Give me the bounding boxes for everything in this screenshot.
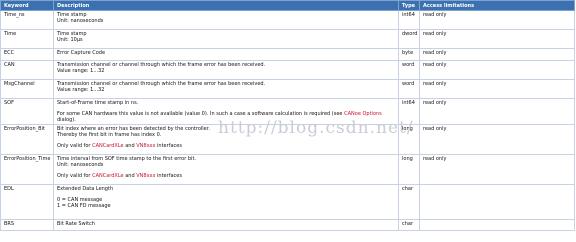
- type-cell: word: [398, 79, 420, 99]
- keyword-cell: Time: [0, 29, 54, 49]
- table-row: BRS Bit Rate Switch char: [0, 219, 575, 231]
- description-cell: Time stamp Unit: nanoseconds: [53, 10, 399, 30]
- type-cell: dword: [398, 29, 420, 49]
- table-row: CAN Transmission channel or channel thro…: [0, 60, 575, 80]
- description-cell: Extended Data Length 0 = CAN message 1 =…: [53, 184, 399, 220]
- type-cell: word: [398, 60, 420, 80]
- keyword-cell: ErrorPosition_Time: [0, 154, 54, 185]
- access-cell: read only: [419, 10, 575, 30]
- access-cell: read only: [419, 124, 575, 155]
- description-cell: Error Capture Code: [53, 48, 399, 61]
- keyword-cell: MsgChannel: [0, 79, 54, 99]
- vn8xxx-link[interactable]: VN8xxx: [136, 143, 155, 149]
- keyword-cell: ECC: [0, 48, 54, 61]
- type-cell: byte: [398, 48, 420, 61]
- table-row: EDL Extended Data Length 0 = CAN message…: [0, 184, 575, 220]
- table-row: Time Time stamp Unit: 10µs dword read onl…: [0, 29, 575, 49]
- keyword-cell: Time_ns: [0, 10, 54, 30]
- access-cell: read only: [419, 60, 575, 80]
- table-row: SOF Start-of-Frame time stamp in ns. For…: [0, 98, 575, 125]
- type-cell: long: [398, 154, 420, 185]
- description-cell: Transmission channel or channel through …: [53, 60, 399, 80]
- keyword-cell: BRS: [0, 219, 54, 231]
- table-row: ECC Error Capture Code byte read only: [0, 48, 575, 61]
- table-header-row: Keyword Description Type Access limitati…: [0, 0, 575, 11]
- description-cell: Time interval from SOF time stamp to the…: [53, 154, 399, 185]
- keyword-cell: SOF: [0, 98, 54, 125]
- keyword-cell: EDL: [0, 184, 54, 220]
- access-cell: [419, 219, 575, 231]
- cancardxle-link[interactable]: CANCardXLe: [92, 173, 124, 179]
- vn8xxx-link[interactable]: VN8xxx: [136, 173, 155, 179]
- description-cell: Bit index where an error has been detect…: [53, 124, 399, 155]
- access-cell: read only: [419, 154, 575, 185]
- description-cell: Time stamp Unit: 10µs: [53, 29, 399, 49]
- table-row: MsgChannel Transmission channel or chann…: [0, 79, 575, 99]
- access-cell: read only: [419, 48, 575, 61]
- type-cell: char: [398, 219, 420, 231]
- table-row: ErrorPosition_Bit Bit index where an err…: [0, 124, 575, 155]
- description-cell: Bit Rate Switch: [53, 219, 399, 231]
- header-description: Description: [53, 0, 399, 11]
- type-cell: char: [398, 184, 420, 220]
- access-cell: read only: [419, 98, 575, 125]
- header-type: Type: [398, 0, 420, 11]
- description-cell: Start-of-Frame time stamp in ns. For som…: [53, 98, 399, 125]
- type-cell: long: [398, 124, 420, 155]
- header-keyword: Keyword: [0, 0, 54, 11]
- keyword-cell: CAN: [0, 60, 54, 80]
- type-cell: int64: [398, 10, 420, 30]
- access-cell: [419, 184, 575, 220]
- table-row: ErrorPosition_Time Time interval from SO…: [0, 154, 575, 185]
- canoe-options-link[interactable]: CANoe Options: [344, 111, 382, 117]
- type-cell: int64: [398, 98, 420, 125]
- description-cell: Transmission channel or channel through …: [53, 79, 399, 99]
- access-cell: read only: [419, 29, 575, 49]
- access-cell: read only: [419, 79, 575, 99]
- cancardxle-link[interactable]: CANCardXLe: [92, 143, 124, 149]
- keyword-table: Keyword Description Type Access limitati…: [0, 0, 575, 231]
- header-access: Access limitations: [419, 0, 575, 11]
- keyword-cell: ErrorPosition_Bit: [0, 124, 54, 155]
- table-row: Time_ns Time stamp Unit: nanoseconds int6…: [0, 10, 575, 30]
